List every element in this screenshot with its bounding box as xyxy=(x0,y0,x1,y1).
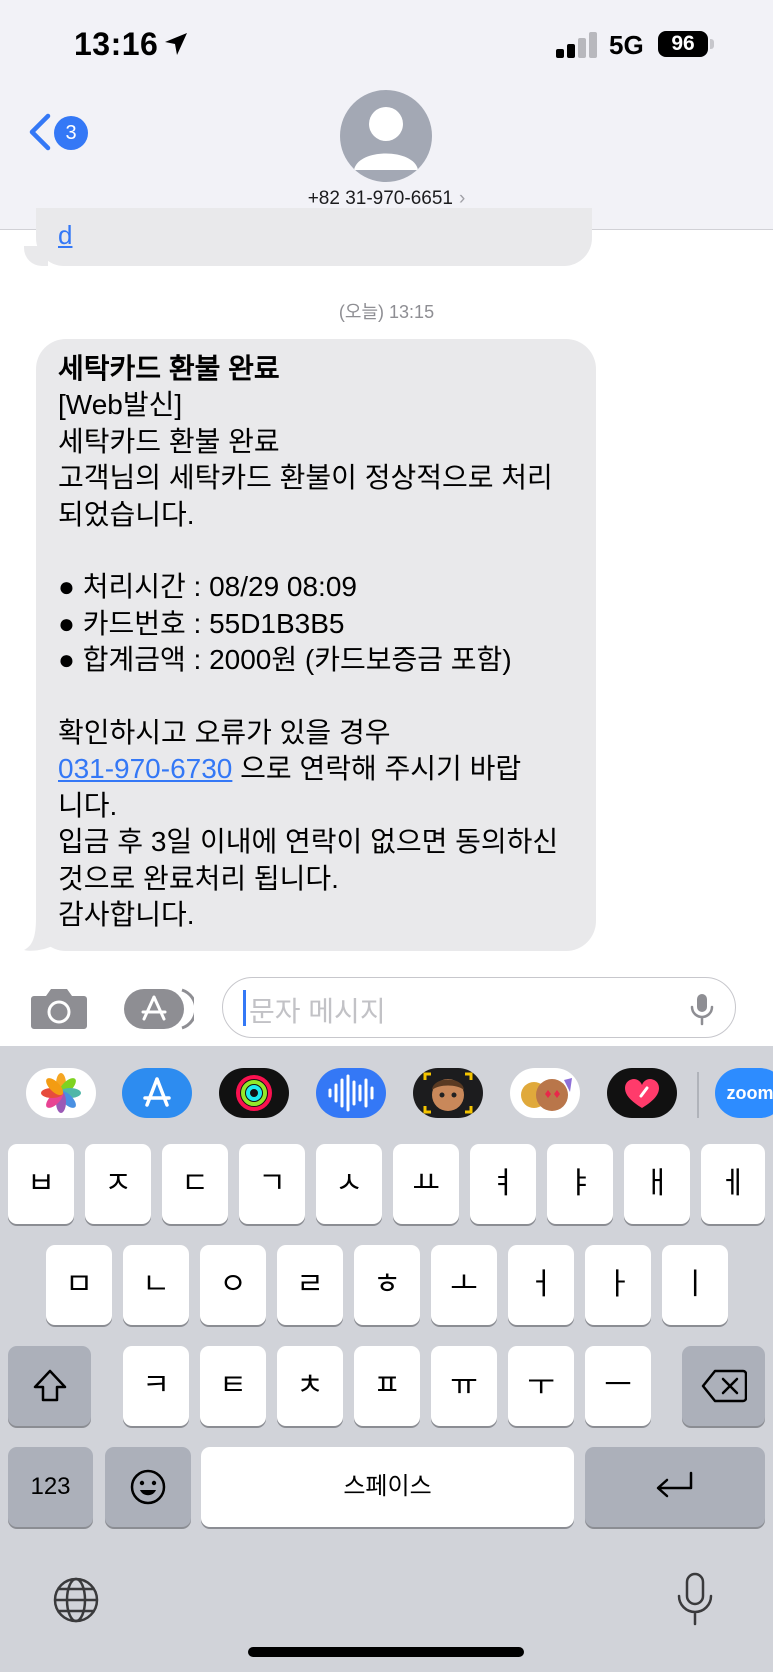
contact-avatar[interactable] xyxy=(340,90,432,182)
shift-key[interactable] xyxy=(8,1346,91,1426)
message-line: 것으로 완료처리 됩니다. xyxy=(58,862,339,894)
message-bubble[interactable]: 세탁카드 환불 완료 [Web발신] 세탁카드 환불 완료 고객님의 세탁카드 … xyxy=(36,339,596,951)
emoji-key[interactable] xyxy=(105,1447,191,1527)
message-line: 고객님의 세탁카드 환불이 정상적으로 처리 xyxy=(58,462,553,493)
message-line: 감사합니다. xyxy=(58,899,195,930)
delete-key[interactable] xyxy=(682,1346,765,1426)
message-line: 확인하시고 오류가 있을 경우 xyxy=(58,716,391,748)
network-type: 5G xyxy=(609,30,644,60)
zoom-label: zoom xyxy=(726,1083,773,1103)
person-icon xyxy=(354,107,418,170)
key-21[interactable]: ㅌ xyxy=(200,1346,266,1426)
previous-message-bubble[interactable] xyxy=(36,208,592,266)
key-2[interactable]: ㅈ xyxy=(85,1144,151,1224)
message-timestamp: (오늘) 13:15 xyxy=(338,302,435,322)
key-25[interactable]: ㅜ xyxy=(508,1346,574,1426)
key-10[interactable]: ㅔ xyxy=(701,1144,765,1224)
emoji-icon xyxy=(130,1469,166,1505)
return-icon xyxy=(656,1471,693,1498)
audio-message-icon[interactable] xyxy=(316,1068,386,1118)
message-line-with-link: 031-970-6730 으로 연락해 주시기 바랍 xyxy=(58,751,574,788)
message-line: ● 합계금액 : 2000원 (카드보증금 포함) xyxy=(58,644,512,675)
key-18[interactable]: ㅏ xyxy=(585,1245,651,1325)
chevron-left-icon xyxy=(29,113,51,151)
message-line: 되었습니다. xyxy=(58,498,195,530)
key-7[interactable]: ㅕ xyxy=(470,1144,536,1224)
digital-touch-icon[interactable] xyxy=(607,1068,677,1118)
battery-tip xyxy=(710,39,714,49)
keyboard: zoom ㅂ ㅈ ㄷ ㄱ ㅅ ㅛ ㅕ ㅑ ㅐ ㅔ ㅁ ㄴ ㅇ ㄹ ㅎ ㅗ ㅓ ㅏ… xyxy=(0,1046,773,1672)
key-1[interactable]: ㅂ xyxy=(8,1144,74,1224)
cellular-signal-icon xyxy=(556,30,598,58)
key-23[interactable]: ㅍ xyxy=(354,1346,420,1426)
message-line: [Web발신] xyxy=(58,389,183,420)
unread-count-badge: 3 xyxy=(54,116,88,150)
key-16[interactable]: ㅗ xyxy=(431,1245,497,1325)
previous-message-link[interactable]: d xyxy=(58,220,72,251)
app-store-button-icon[interactable] xyxy=(124,986,194,1032)
chevron-right-icon: › xyxy=(458,188,466,209)
back-button[interactable]: 3 xyxy=(26,110,96,160)
message-input-placeholder: 문자 메시지 xyxy=(249,996,386,1027)
shift-arrow-icon xyxy=(33,1369,66,1402)
text-cursor xyxy=(243,990,246,1026)
contact-name[interactable]: +82 31-970-6651 › xyxy=(0,188,773,210)
battery-icon: 96 xyxy=(658,31,708,57)
message-line: 입금 후 3일 이내에 연락이 없으면 동의하신 xyxy=(58,826,559,857)
key-15[interactable]: ㅎ xyxy=(354,1245,420,1325)
return-key[interactable] xyxy=(585,1447,765,1527)
zoom-icon[interactable]: zoom xyxy=(715,1068,773,1118)
key-19[interactable]: ㅣ xyxy=(662,1245,728,1325)
message-line: ● 처리시간 : 08/29 08:09 xyxy=(58,571,357,602)
key-26[interactable]: ㅡ xyxy=(585,1346,651,1426)
app-store-icon[interactable] xyxy=(122,1068,192,1118)
app-strip-separator xyxy=(697,1072,699,1118)
message-text: 으로 연락해 주시기 바랍 xyxy=(232,753,522,784)
home-indicator xyxy=(248,1647,524,1657)
key-12[interactable]: ㄴ xyxy=(123,1245,189,1325)
key-11[interactable]: ㅁ xyxy=(46,1245,112,1325)
status-time: 13:16 xyxy=(74,26,159,62)
key-6[interactable]: ㅛ xyxy=(393,1144,459,1224)
numbers-key[interactable]: 123 xyxy=(8,1447,93,1527)
key-24[interactable]: ㅠ xyxy=(431,1346,497,1426)
key-20[interactable]: ㅋ xyxy=(123,1346,189,1426)
animoji-icon[interactable] xyxy=(510,1068,580,1118)
dictation-microphone-icon[interactable] xyxy=(676,1572,714,1628)
space-key[interactable]: 스페이스 xyxy=(201,1447,574,1527)
key-13[interactable]: ㅇ xyxy=(200,1245,266,1325)
microphone-icon[interactable] xyxy=(689,992,715,1026)
message-input[interactable]: 문자 메시지 xyxy=(222,977,736,1038)
message-line: ● 카드번호 : 55D1B3B5 xyxy=(58,607,345,639)
message-line: 세탁카드 환불 완료 xyxy=(58,425,280,457)
globe-icon[interactable] xyxy=(52,1576,100,1624)
phone-number-link[interactable]: 031-970-6730 xyxy=(58,753,232,784)
backspace-icon xyxy=(701,1369,747,1403)
contact-number: +82 31-970-6651 xyxy=(307,188,453,209)
key-14[interactable]: ㄹ xyxy=(277,1245,343,1325)
key-3[interactable]: ㄷ xyxy=(162,1144,228,1224)
key-4[interactable]: ㄱ xyxy=(239,1144,305,1224)
photos-icon[interactable] xyxy=(26,1068,96,1118)
message-line: 니다. xyxy=(58,789,118,821)
key-5[interactable]: ㅅ xyxy=(316,1144,382,1224)
key-22[interactable]: ㅊ xyxy=(277,1346,343,1426)
key-9[interactable]: ㅐ xyxy=(624,1144,690,1224)
message-title: 세탁카드 환불 완료 xyxy=(58,353,280,384)
camera-icon[interactable] xyxy=(30,986,88,1030)
key-17[interactable]: ㅓ xyxy=(508,1245,574,1325)
memoji-icon[interactable] xyxy=(413,1068,483,1118)
location-arrow-icon xyxy=(165,33,187,55)
status-bar: 13:16 5G 96 xyxy=(0,0,773,90)
imessage-app-strip: zoom xyxy=(0,1046,773,1142)
key-8[interactable]: ㅑ xyxy=(547,1144,613,1224)
fitness-rings-icon[interactable] xyxy=(219,1068,289,1118)
